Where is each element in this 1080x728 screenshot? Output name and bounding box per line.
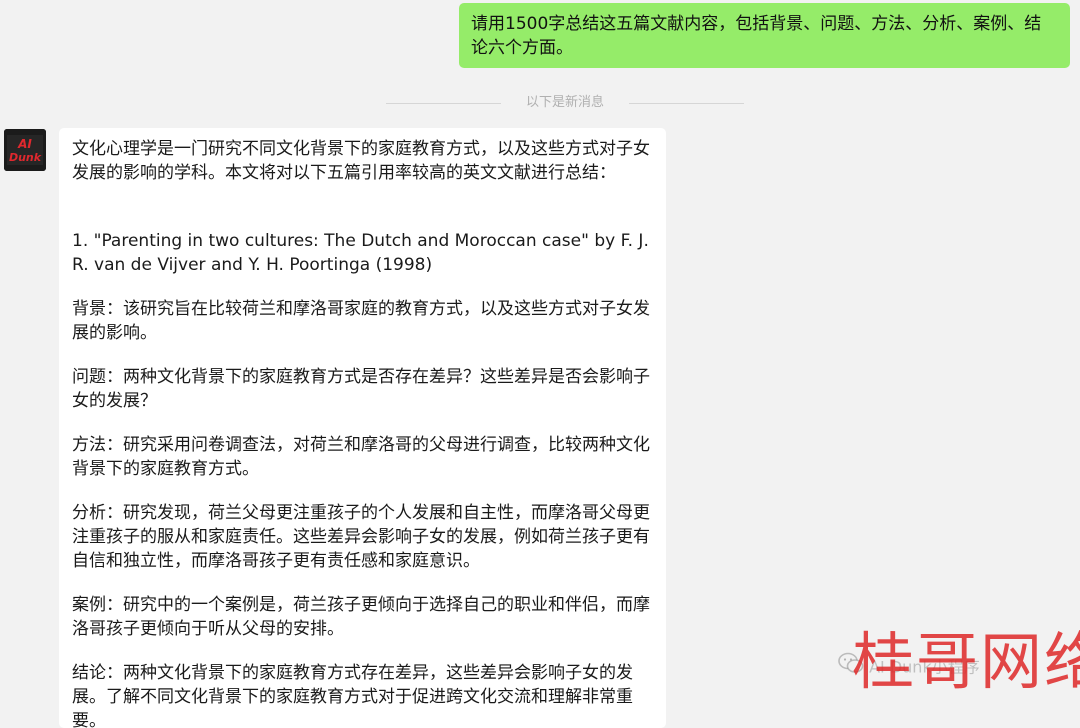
new-messages-divider: 以下是新消息	[386, 92, 744, 114]
svg-text:AI: AI	[17, 137, 32, 151]
chat-window: 请用1500字总结这五篇文献内容，包括背景、问题、方法、分析、案例、结论六个方面…	[0, 0, 1080, 728]
user-message-bubble[interactable]: 请用1500字总结这五篇文献内容，包括背景、问题、方法、分析、案例、结论六个方面…	[459, 3, 1070, 68]
svg-text:Dunk: Dunk	[9, 151, 42, 164]
assistant-avatar[interactable]: AI Dunk	[4, 129, 46, 171]
watermark-brand: 桂哥网络	[852, 625, 1080, 698]
section-case: 案例：研究中的一个案例是，荷兰孩子更倾向于选择自己的职业和伴侣，而摩洛哥孩子更倾…	[72, 595, 650, 639]
section-problem: 问题：两种文化背景下的家庭教育方式是否存在差异？这些差异是否会影响子女的发展？	[72, 367, 650, 411]
assistant-message-bubble[interactable]: 文化心理学是一门研究不同文化背景下的家庭教育方式，以及这些方式对子女发展的影响的…	[59, 128, 666, 728]
assistant-intro: 文化心理学是一门研究不同文化背景下的家庭教育方式，以及这些方式对子女发展的影响的…	[72, 139, 650, 183]
divider-line-right	[629, 103, 744, 104]
section-background: 背景：该研究旨在比较荷兰和摩洛哥家庭的教育方式，以及这些方式对子女发展的影响。	[72, 299, 650, 343]
user-message-text: 请用1500字总结这五篇文献内容，包括背景、问题、方法、分析、案例、结论六个方面…	[471, 14, 1042, 58]
paper-title: 1. "Parenting in two cultures: The Dutch…	[72, 231, 649, 275]
section-method: 方法：研究采用问卷调查法，对荷兰和摩洛哥的父母进行调查，比较两种文化背景下的家庭…	[72, 435, 650, 479]
ai-dunk-logo: AI Dunk	[4, 129, 46, 171]
section-analysis: 分析：研究发现，荷兰父母更注重孩子的个人发展和自主性，而摩洛哥父母更注重孩子的服…	[72, 503, 650, 571]
section-conclusion: 结论：两种文化背景下的家庭教育方式存在差异，这些差异会影响子女的发展。了解不同文…	[72, 663, 633, 728]
